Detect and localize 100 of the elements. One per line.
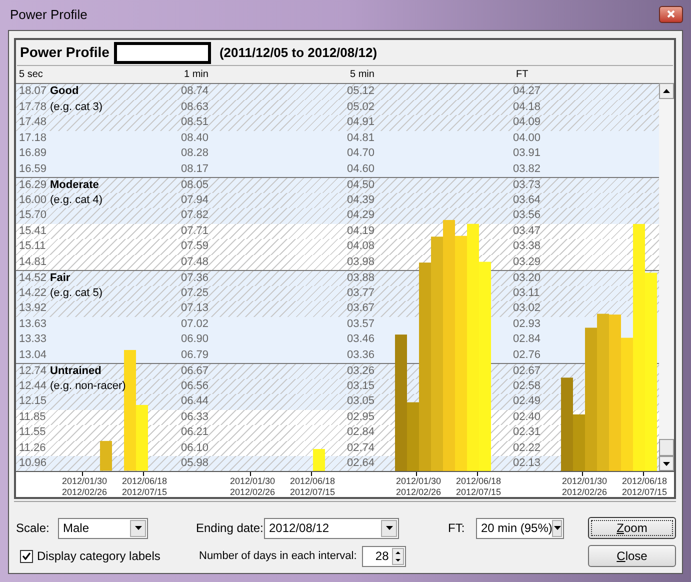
- bar: [313, 448, 325, 471]
- column-header: 5 sec: [19, 69, 43, 80]
- dialog-button[interactable]: Close: [588, 545, 676, 567]
- scroll-thumb[interactable]: [659, 439, 674, 456]
- value-label: 13.63: [19, 318, 48, 331]
- axis-label: 2012/07/15: [122, 487, 168, 498]
- column-header: FT: [516, 69, 528, 80]
- close-button[interactable]: [659, 6, 683, 22]
- value-label: 02.84: [347, 426, 376, 440]
- category-name: Good: [50, 85, 79, 98]
- scale-label: Scale:: [16, 520, 50, 537]
- value-label: 04.39: [347, 194, 376, 207]
- value-label: 08.40: [181, 132, 210, 145]
- value-label: 17.48: [19, 116, 48, 130]
- value-label: 08.28: [181, 147, 210, 160]
- value-label: 16.89: [19, 147, 48, 160]
- value-label: 05.02: [347, 100, 376, 114]
- value-label: 08.63: [181, 100, 210, 114]
- value-label: 03.38: [513, 240, 542, 254]
- value-label: 07.13: [181, 302, 210, 316]
- value-label: 03.46: [347, 333, 376, 346]
- value-label: 02.74: [347, 442, 376, 455]
- value-label: 06.10: [181, 442, 210, 455]
- close-icon: [667, 10, 675, 18]
- axis-label: 2012/02/26: [562, 487, 608, 498]
- value-label: 12.44: [19, 380, 48, 393]
- value-label: 02.67: [513, 364, 542, 378]
- bar: [100, 441, 112, 471]
- value-label: 03.47: [513, 224, 542, 238]
- value-label: 11.26: [19, 442, 47, 455]
- value-label: 14.52: [19, 272, 48, 285]
- value-label: 17.78: [19, 100, 48, 114]
- value-label: 04.81: [347, 132, 376, 145]
- axis-label: 2012/07/15: [456, 487, 502, 498]
- scroll-up-button[interactable]: [659, 83, 674, 99]
- category-example: (e.g. cat 5): [50, 286, 103, 300]
- value-label: 02.95: [347, 410, 376, 424]
- scale-dropdown[interactable]: Male: [58, 518, 148, 538]
- axis-label: 2012/01/30: [396, 476, 442, 487]
- dialog-button[interactable]: Zoom: [588, 517, 676, 539]
- category-name: Moderate: [50, 178, 99, 192]
- value-label: 03.29: [513, 256, 542, 269]
- ft-dropdown[interactable]: 20 min (95%): [476, 518, 564, 538]
- value-label: 04.19: [347, 224, 376, 238]
- value-label: 02.84: [513, 333, 542, 346]
- value-label: 03.05: [347, 395, 376, 408]
- value-label: 06.44: [181, 395, 210, 408]
- value-label: 03.26: [347, 364, 376, 378]
- value-label: 03.56: [513, 209, 542, 222]
- column-header: 5 min: [350, 69, 374, 80]
- value-label: 16.59: [19, 162, 48, 176]
- tick-mark-icon: [82, 472, 83, 476]
- scroll-down-button[interactable]: [659, 456, 674, 471]
- tick-mark-icon: [582, 472, 583, 476]
- value-label: 13.04: [19, 348, 48, 362]
- category-example: (e.g. cat 4): [50, 194, 103, 207]
- value-label: 03.57: [347, 318, 376, 331]
- date-range: (2011/12/05 to 2012/08/12): [219, 44, 378, 62]
- value-label: 03.91: [513, 147, 542, 160]
- value-label: 11.85: [19, 410, 47, 424]
- value-label: 16.00: [19, 194, 48, 207]
- value-label: 06.56: [181, 380, 210, 393]
- ending-date-dropdown[interactable]: 2012/08/12: [264, 518, 399, 538]
- value-label: 11.55: [19, 426, 47, 440]
- value-label: 02.49: [513, 395, 542, 408]
- up-arrow-icon: [663, 89, 670, 93]
- value-label: 04.70: [347, 147, 376, 160]
- tick-mark-icon: [477, 472, 478, 476]
- category-example: (e.g. cat 3): [50, 100, 103, 114]
- value-label: 05.98: [181, 457, 210, 470]
- value-label: 07.71: [181, 224, 210, 238]
- value-label: 03.36: [347, 348, 376, 362]
- days-label: Number of days in each interval:: [199, 548, 357, 564]
- value-label: 15.11: [19, 240, 47, 254]
- value-label: 06.67: [181, 364, 210, 378]
- axis-label: 2012/06/18: [290, 476, 336, 487]
- category-name: Untrained: [50, 364, 102, 378]
- value-label: 18.07: [19, 85, 48, 98]
- axis-label: 2012/06/18: [622, 476, 668, 487]
- days-spinner[interactable]: 28: [362, 546, 406, 566]
- value-label: 12.74: [19, 364, 48, 378]
- value-label: 06.90: [181, 333, 210, 346]
- checkbox-label: Display category labels: [37, 548, 162, 565]
- value-label: 04.91: [347, 116, 376, 130]
- axis-label: 2012/02/26: [62, 487, 108, 498]
- ending-date-label: Ending date:: [196, 520, 264, 537]
- value-label: 14.81: [19, 256, 48, 269]
- value-label: 04.09: [513, 116, 542, 130]
- value-label: 17.18: [19, 132, 48, 145]
- scrollbar[interactable]: [659, 83, 674, 471]
- display-labels-checkbox[interactable]: [20, 550, 33, 562]
- value-label: 02.64: [347, 457, 376, 470]
- axis-label: 2012/06/18: [122, 476, 168, 487]
- tick-mark-icon: [643, 472, 644, 476]
- value-label: 04.29: [347, 209, 376, 222]
- value-label: 03.73: [513, 178, 542, 192]
- value-label: 07.48: [181, 256, 210, 269]
- down-arrow-icon: [663, 462, 670, 466]
- value-label: 04.18: [513, 100, 542, 114]
- value-label: 03.20: [513, 272, 542, 285]
